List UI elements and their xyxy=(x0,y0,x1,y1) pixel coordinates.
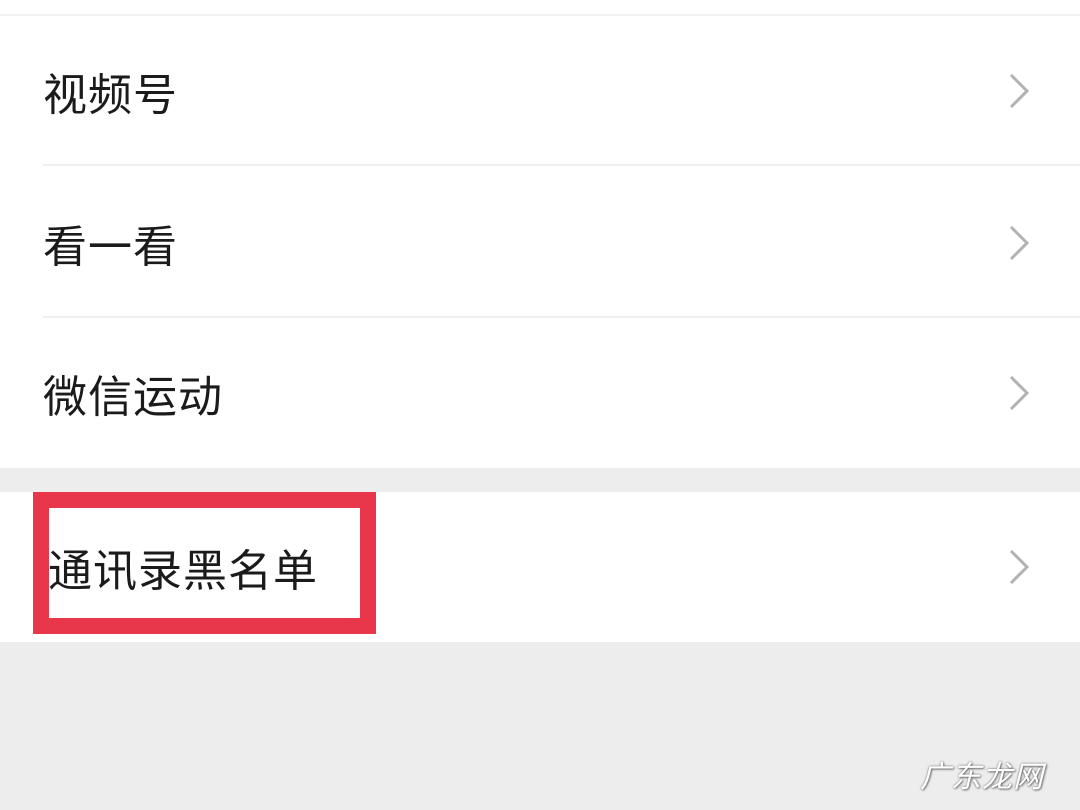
menu-group-discover: 视频号 看一看 微信运动 xyxy=(0,0,1080,468)
divider xyxy=(43,164,1080,166)
menu-item-label: 看一看 xyxy=(43,222,178,273)
chevron-right-icon xyxy=(1006,547,1032,587)
menu-group-contacts: 通讯录黑名单 xyxy=(0,492,1080,642)
menu-item-label: 微信运动 xyxy=(43,372,223,423)
menu-item-channels[interactable]: 视频号 xyxy=(0,16,1080,166)
chevron-right-icon xyxy=(1006,71,1032,111)
menu-item-contacts-blocklist[interactable]: 通讯录黑名单 xyxy=(0,492,1080,642)
chevron-right-icon xyxy=(1006,373,1032,413)
menu-item-label: 视频号 xyxy=(43,70,178,121)
menu-item-wechat-sports[interactable]: 微信运动 xyxy=(0,318,1080,468)
chevron-right-icon xyxy=(1006,223,1032,263)
watermark: 广东龙网 xyxy=(920,760,1044,795)
menu-item-top-stories[interactable]: 看一看 xyxy=(0,168,1080,318)
settings-screen: 视频号 看一看 微信运动 通讯录黑名单 广东龙网 xyxy=(0,0,1080,810)
menu-item-label: 通讯录黑名单 xyxy=(48,546,318,597)
